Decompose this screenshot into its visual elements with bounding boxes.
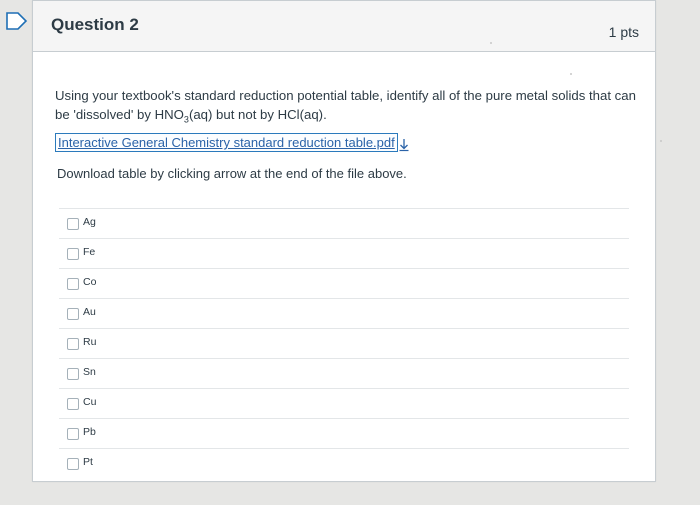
checkbox-icon[interactable] xyxy=(67,338,79,350)
answer-option[interactable]: Fe xyxy=(59,238,629,268)
checkbox-icon[interactable] xyxy=(67,278,79,290)
prompt-text-after: (aq) but not by HCl(aq). xyxy=(188,107,327,122)
checkbox-icon[interactable] xyxy=(67,398,79,410)
answer-label: Sn xyxy=(83,366,96,378)
question-card: Question 2 1 pts Using your textbook's s… xyxy=(32,0,656,482)
answer-label: Pb xyxy=(83,426,96,438)
screen-speck xyxy=(660,140,662,142)
checkbox-icon[interactable] xyxy=(67,458,79,470)
question-points: 1 pts xyxy=(608,24,639,40)
checkbox-icon[interactable] xyxy=(67,368,79,380)
bookmark-flag-icon[interactable] xyxy=(4,10,30,32)
answer-option[interactable]: Ru xyxy=(59,328,629,358)
download-arrow-icon[interactable] xyxy=(398,138,410,152)
answer-label: Ag xyxy=(83,216,96,228)
answer-label: Fe xyxy=(83,246,96,258)
answer-label: Cu xyxy=(83,396,97,408)
checkbox-icon[interactable] xyxy=(67,308,79,320)
answer-option[interactable]: Pb xyxy=(59,418,629,448)
answer-label: Ru xyxy=(83,336,97,348)
checkbox-icon[interactable] xyxy=(67,248,79,260)
download-note: Download table by clicking arrow at the … xyxy=(57,166,407,181)
answer-option[interactable]: Sn xyxy=(59,358,629,388)
prompt-text-before: Using your textbook's standard reduction… xyxy=(55,88,636,122)
answer-option[interactable]: Cu xyxy=(59,388,629,418)
question-body: Using your textbook's standard reduction… xyxy=(33,52,655,481)
answer-list: Ag Fe Co Au Ru Sn Cu Pb Pt xyxy=(59,208,629,478)
checkbox-icon[interactable] xyxy=(67,218,79,230)
answer-label: Au xyxy=(83,306,96,318)
question-title: Question 2 xyxy=(51,15,139,34)
screen-speck xyxy=(490,42,492,44)
question-header: Question 2 1 pts xyxy=(33,1,655,52)
answer-option[interactable]: Pt xyxy=(59,448,629,478)
checkbox-icon[interactable] xyxy=(67,428,79,440)
answer-option[interactable]: Co xyxy=(59,268,629,298)
answer-option[interactable]: Ag xyxy=(59,208,629,238)
file-link[interactable]: Interactive General Chemistry standard r… xyxy=(55,133,398,152)
answer-label: Pt xyxy=(83,456,93,468)
question-prompt: Using your textbook's standard reduction… xyxy=(55,86,640,130)
screen-speck xyxy=(570,73,572,75)
answer-label: Co xyxy=(83,276,97,288)
answer-option[interactable]: Au xyxy=(59,298,629,328)
